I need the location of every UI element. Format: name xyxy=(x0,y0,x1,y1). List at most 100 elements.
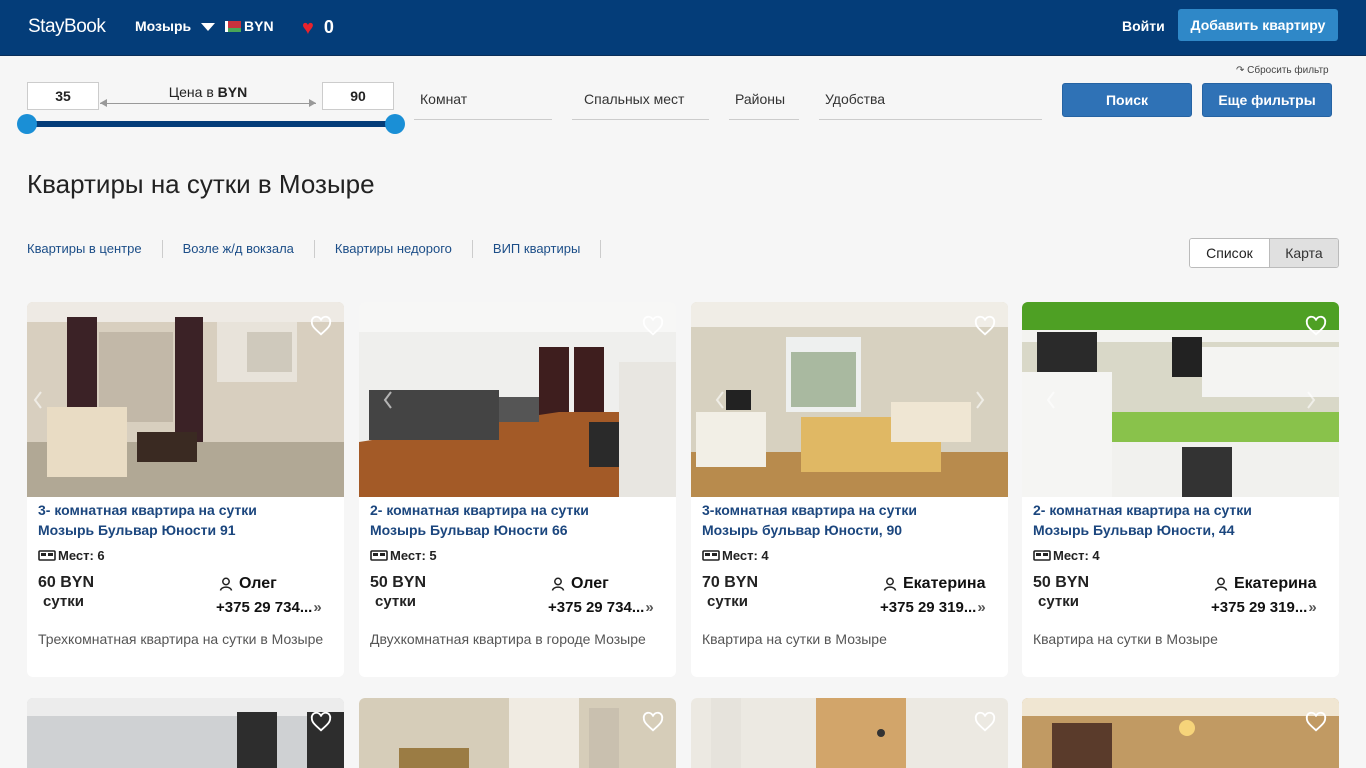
listing-phone-text: +375 29 319... xyxy=(1211,599,1308,616)
listing-price: 70 BYN xyxy=(702,574,759,591)
listing-title-line1[interactable]: 3-комнатная квартира на сутки xyxy=(702,502,917,518)
listing-phone[interactable]: +375 29 734... » xyxy=(216,599,322,616)
heart-icon: ♥ xyxy=(302,16,314,39)
site-logo[interactable]: StayBook xyxy=(28,16,106,38)
quick-link-cheap[interactable]: Квартиры недорого xyxy=(335,240,473,258)
listing-owner: Олег xyxy=(219,575,277,593)
listing-description: Двухкомнатная квартира в городе Мозыре xyxy=(370,631,646,647)
caret-down-icon xyxy=(201,23,216,31)
quick-link-station[interactable]: Возле ж/д вокзала xyxy=(183,240,315,258)
listing-description: Трехкомнатная квартира на сутки в Мозыре xyxy=(38,631,324,647)
listing-photo[interactable] xyxy=(1022,302,1339,497)
listing-places-text: Мест: 5 xyxy=(390,548,437,563)
listing-places: Мест: 5 xyxy=(370,548,437,563)
heart-outline-icon[interactable] xyxy=(974,711,996,733)
view-toggle: Список Карта xyxy=(1189,238,1339,268)
amenities-select[interactable]: Удобства xyxy=(819,82,1042,120)
listing-photo[interactable] xyxy=(359,698,676,768)
chevron-right-double-icon[interactable]: » xyxy=(977,599,985,616)
listing-photo[interactable] xyxy=(691,302,1008,497)
heart-outline-icon[interactable] xyxy=(310,711,332,733)
chevron-right-double-icon[interactable]: » xyxy=(1308,599,1316,616)
listing-phone[interactable]: +375 29 734... » xyxy=(548,599,654,616)
rooms-select[interactable]: Комнат xyxy=(414,82,552,120)
listing-price-unit: сутки xyxy=(1038,593,1079,610)
listing-title-line2[interactable]: Мозырь Бульвар Юности 66 xyxy=(370,522,568,538)
bed-icon xyxy=(1033,550,1051,561)
heart-outline-icon[interactable] xyxy=(310,315,332,337)
city-label: Мозырь xyxy=(135,18,192,34)
listing-price: 50 BYN xyxy=(370,574,427,591)
top-navbar: StayBook Мозырь BYN ♥ 0 Войти Добавить к… xyxy=(0,0,1366,56)
listing-phone[interactable]: +375 29 319... » xyxy=(880,599,986,616)
listing-card[interactable] xyxy=(27,698,344,768)
listing-price: 60 BYN xyxy=(38,574,95,591)
bed-icon xyxy=(38,550,56,561)
listing-price: 50 BYN xyxy=(1033,574,1090,591)
heart-outline-icon[interactable] xyxy=(642,711,664,733)
bed-icon xyxy=(702,550,720,561)
listing-card[interactable] xyxy=(359,698,676,768)
user-icon xyxy=(1214,577,1228,591)
listing-card[interactable] xyxy=(1022,698,1339,768)
listing-title-line2[interactable]: Мозырь бульвар Юности, 90 xyxy=(702,522,902,538)
price-slider-track[interactable] xyxy=(27,121,395,127)
currency-selector[interactable]: BYN xyxy=(225,18,274,34)
listing-phone[interactable]: +375 29 319... » xyxy=(1211,599,1317,616)
user-icon xyxy=(219,577,233,591)
listing-photo[interactable] xyxy=(359,302,676,497)
listing-photo[interactable] xyxy=(1022,698,1339,768)
listing-card[interactable]: 3-комнатная квартира на сутки Мозырь бул… xyxy=(691,302,1008,677)
price-slider-min-handle[interactable] xyxy=(17,114,37,134)
listing-places-text: Мест: 6 xyxy=(58,548,105,563)
login-link[interactable]: Войти xyxy=(1122,18,1165,34)
listing-owner-name: Олег xyxy=(239,575,277,592)
reset-filter-link[interactable]: ↷ Сбросить фильтр xyxy=(1236,65,1329,76)
chevron-right-double-icon[interactable]: » xyxy=(313,599,321,616)
listing-title-line1[interactable]: 2- комнатная квартира на сутки xyxy=(370,502,589,518)
listing-title-line2[interactable]: Мозырь Бульвар Юности 91 xyxy=(38,522,236,538)
price-min-input[interactable]: 35 xyxy=(27,82,99,110)
districts-select[interactable]: Районы xyxy=(729,82,799,120)
more-filters-button[interactable]: Еще фильтры xyxy=(1202,83,1332,117)
listing-title-line1[interactable]: 3- комнатная квартира на сутки xyxy=(38,502,257,518)
listing-description: Квартира на сутки в Мозыре xyxy=(702,631,887,647)
favorites-link[interactable]: ♥ 0 xyxy=(302,17,334,38)
currency-label: BYN xyxy=(244,18,274,34)
quick-links: Квартиры в центре Возле ж/д вокзала Квар… xyxy=(27,240,621,258)
heart-outline-icon[interactable] xyxy=(1305,711,1327,733)
listing-card[interactable] xyxy=(691,698,1008,768)
favorites-count: 0 xyxy=(323,17,334,37)
listing-card[interactable]: 2- комнатная квартира на сутки Мозырь Бу… xyxy=(359,302,676,677)
price-label-prefix: Цена в xyxy=(168,84,214,100)
chevron-right-double-icon[interactable]: » xyxy=(645,599,653,616)
price-label: Цена в BYN xyxy=(100,84,316,100)
quick-link-center[interactable]: Квартиры в центре xyxy=(27,240,163,258)
heart-outline-icon[interactable] xyxy=(974,315,996,337)
belarus-flag-icon xyxy=(225,20,241,32)
listing-card[interactable]: 2- комнатная квартира на сутки Мозырь Бу… xyxy=(1022,302,1339,677)
add-apartment-button[interactable]: Добавить квартиру xyxy=(1178,9,1338,41)
list-view-button[interactable]: Список xyxy=(1190,239,1269,267)
price-slider-max-handle[interactable] xyxy=(385,114,405,134)
listing-photo[interactable] xyxy=(691,698,1008,768)
heart-outline-icon[interactable] xyxy=(642,315,664,337)
listing-photo[interactable] xyxy=(27,698,344,768)
heart-outline-icon[interactable] xyxy=(1305,315,1327,337)
bed-icon xyxy=(370,550,388,561)
listing-title-line2[interactable]: Мозырь Бульвар Юности, 44 xyxy=(1033,522,1234,538)
beds-select[interactable]: Спальных мест xyxy=(572,82,709,120)
listing-owner-name: Олег xyxy=(571,575,609,592)
listing-photo[interactable] xyxy=(27,302,344,497)
listing-owner: Олег xyxy=(551,575,609,593)
listing-card[interactable]: 3- комнатная квартира на сутки Мозырь Бу… xyxy=(27,302,344,677)
map-view-button[interactable]: Карта xyxy=(1268,239,1338,267)
listing-title-line1[interactable]: 2- комнатная квартира на сутки xyxy=(1033,502,1252,518)
user-icon xyxy=(551,577,565,591)
search-button[interactable]: Поиск xyxy=(1062,83,1192,117)
quick-link-vip[interactable]: ВИП квартиры xyxy=(493,240,602,258)
city-selector[interactable]: Мозырь xyxy=(135,18,216,34)
page-title: Квартиры на сутки в Мозыре xyxy=(27,169,375,199)
price-max-input[interactable]: 90 xyxy=(322,82,394,110)
listing-phone-text: +375 29 734... xyxy=(548,599,645,616)
